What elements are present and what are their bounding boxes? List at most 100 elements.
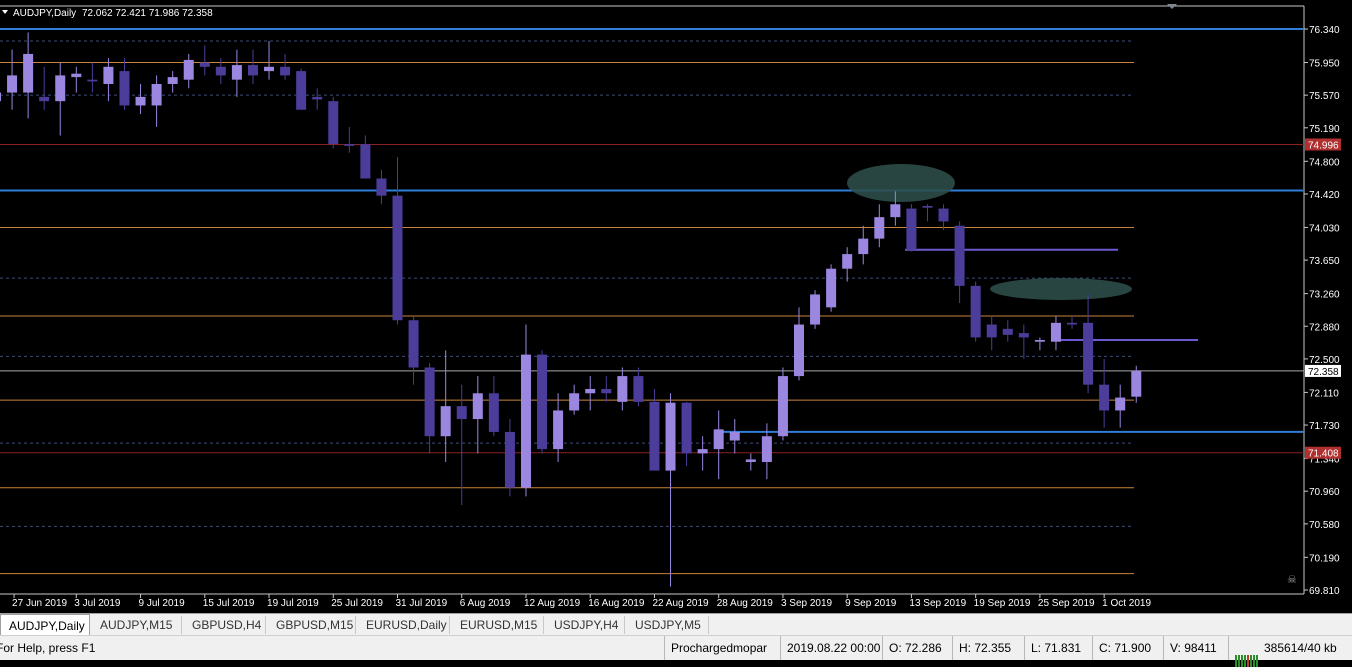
chart-tab[interactable]: GBPUSD,M15 <box>268 616 356 634</box>
time-tick-label: 19 Sep 2019 <box>974 598 1031 609</box>
candle <box>1083 294 1094 394</box>
chart-tab[interactable]: AUDJPY,Daily <box>0 614 90 636</box>
status-bar: For Help, press F1 Prochargedmopar 2019.… <box>0 635 1352 667</box>
candle <box>842 247 853 282</box>
candle <box>456 384 467 505</box>
candle-body <box>231 65 242 80</box>
candle <box>151 75 162 127</box>
status-help-text: For Help, press F1 <box>0 641 96 655</box>
candle-body <box>794 324 804 377</box>
price-tick-label: 71.730 <box>1309 421 1340 432</box>
candle <box>617 367 628 411</box>
price-tick-label: 69.810 <box>1309 586 1340 597</box>
chart-tab[interactable]: USDJPY,M5 <box>627 616 709 634</box>
candle <box>665 393 676 587</box>
candle-body <box>408 320 419 368</box>
candle-body <box>986 324 997 338</box>
chart-tab[interactable]: USDJPY,H4 <box>546 616 625 634</box>
candle-body <box>39 96 50 102</box>
price-tick-label: 70.960 <box>1309 487 1340 498</box>
candle-body <box>167 77 178 84</box>
candle-body <box>1034 339 1045 342</box>
price-tick-label: 74.800 <box>1309 157 1340 168</box>
chart-tab[interactable]: EURUSD,M15 <box>452 616 544 634</box>
highlight-ellipse-middle <box>990 278 1132 300</box>
time-tick-label: 31 Jul 2019 <box>396 598 448 609</box>
candle-body <box>296 71 307 110</box>
candle-body <box>665 402 676 471</box>
candle-body <box>247 65 258 76</box>
status-connection[interactable]: 385614/40 kb <box>1228 636 1352 667</box>
price-chart[interactable]: 76.340 75.950 75.570 75.190 74.800 74.420 74.0… <box>0 0 1352 613</box>
candle-body <box>199 62 210 67</box>
candle-body <box>520 354 531 488</box>
candle <box>986 315 997 351</box>
candle-body <box>55 75 66 102</box>
time-tick-label: 13 Sep 2019 <box>909 598 966 609</box>
candle-body <box>472 393 483 420</box>
time-tick-label: 22 Aug 2019 <box>652 598 709 609</box>
candle <box>135 83 146 115</box>
chart-levels <box>0 28 1304 575</box>
candle <box>1099 358 1110 428</box>
candle-body <box>761 436 772 462</box>
price-tick-label: 75.950 <box>1309 59 1340 70</box>
candle <box>167 71 178 93</box>
candle-body <box>0 92 1 102</box>
chart-tab[interactable]: EURUSD,Daily <box>358 616 450 634</box>
price-tick-label: 76.340 <box>1309 25 1340 36</box>
candle-body <box>729 431 740 441</box>
alert-high-price-label-text: 74.996 <box>1308 140 1339 151</box>
candle <box>922 204 933 222</box>
candle-body <box>890 204 901 218</box>
candle <box>39 66 50 110</box>
chart-tab[interactable]: AUDJPY,M15 <box>92 616 182 634</box>
candle <box>970 281 981 342</box>
candle <box>1002 320 1013 342</box>
candle-body <box>1083 322 1094 385</box>
candle-body <box>585 388 596 394</box>
candle-body <box>312 96 323 100</box>
candle-body <box>745 459 756 462</box>
time-tick-label: 15 Jul 2019 <box>203 598 255 609</box>
connection-bars-icon <box>1235 643 1259 667</box>
candle-body <box>553 410 564 450</box>
symbol-label: AUDJPY,Daily <box>13 8 76 19</box>
candle <box>344 126 355 153</box>
candle <box>569 384 580 415</box>
candle <box>713 410 724 480</box>
candle <box>0 92 1 102</box>
time-tick-label: 3 Sep 2019 <box>781 598 833 609</box>
symbol-menu-icon[interactable] <box>2 10 8 14</box>
candle <box>729 419 740 454</box>
status-profile[interactable]: Prochargedmopar <box>664 636 780 660</box>
price-tick-label: 74.030 <box>1309 223 1340 234</box>
candle-body <box>280 66 291 76</box>
time-scale: 27 Jun 2019 3 Jul 2019 9 Jul 2019 15 Jul 20… <box>12 594 1151 609</box>
candle <box>472 376 483 454</box>
price-tick-label: 70.190 <box>1309 553 1340 564</box>
status-low: L: 71.831 <box>1024 636 1092 660</box>
candle <box>858 225 869 265</box>
candle <box>488 376 499 437</box>
price-tick-label: 74.420 <box>1309 190 1340 201</box>
candle <box>312 88 323 110</box>
candle <box>1067 315 1078 329</box>
time-tick-label: 16 Aug 2019 <box>588 598 645 609</box>
candle <box>1018 324 1029 359</box>
chart-tab[interactable]: GBPUSD,H4 <box>184 616 266 634</box>
candle-body <box>569 393 580 411</box>
candles <box>0 32 1142 587</box>
candle-body <box>874 217 885 239</box>
candle-body <box>183 59 194 80</box>
candle-body <box>697 449 708 454</box>
candle <box>633 367 644 407</box>
candle <box>1131 365 1142 403</box>
candle <box>697 436 708 471</box>
candle <box>376 169 387 205</box>
candle-body <box>504 431 515 488</box>
candle-body <box>215 66 226 76</box>
time-tick-label: 6 Aug 2019 <box>460 598 511 609</box>
candle <box>537 350 548 454</box>
alert-high-price-label: 74.996 <box>1305 138 1341 151</box>
